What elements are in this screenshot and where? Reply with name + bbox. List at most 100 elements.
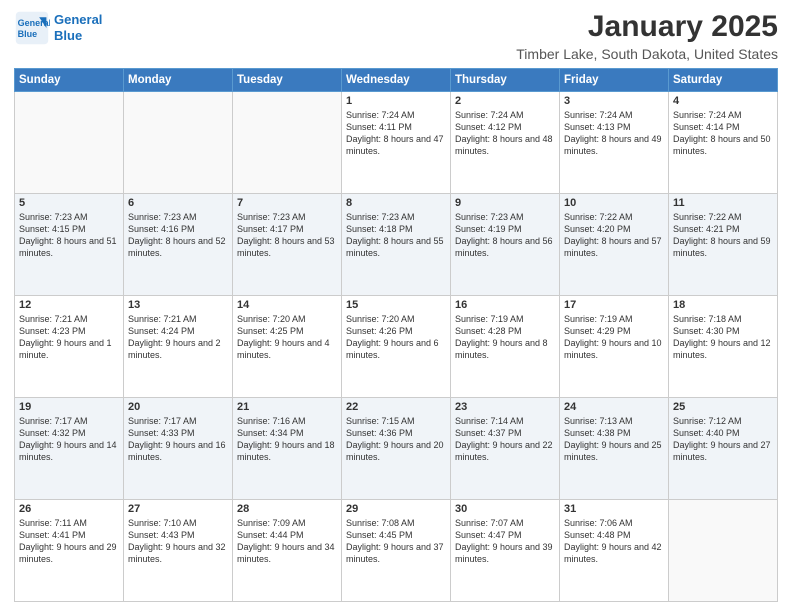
day-info: Sunrise: 7:14 AM Sunset: 4:37 PM Dayligh… bbox=[455, 415, 555, 464]
weekday-header-saturday: Saturday bbox=[669, 69, 778, 92]
day-info: Sunrise: 7:16 AM Sunset: 4:34 PM Dayligh… bbox=[237, 415, 337, 464]
weekday-header-sunday: Sunday bbox=[15, 69, 124, 92]
day-number: 30 bbox=[455, 503, 555, 515]
calendar-cell: 4Sunrise: 7:24 AM Sunset: 4:14 PM Daylig… bbox=[669, 92, 778, 194]
day-number: 2 bbox=[455, 95, 555, 107]
day-number: 19 bbox=[19, 401, 119, 413]
day-info: Sunrise: 7:13 AM Sunset: 4:38 PM Dayligh… bbox=[564, 415, 664, 464]
weekday-header-tuesday: Tuesday bbox=[233, 69, 342, 92]
calendar-cell: 22 Sunrise: 7:15 AM Sunset: 4:36 PM Dayli… bbox=[342, 398, 451, 500]
calendar-cell: 3Sunrise: 7:24 AM Sunset: 4:13 PM Daylig… bbox=[560, 92, 669, 194]
page: General Blue General Blue January 2025 T… bbox=[0, 0, 792, 612]
calendar-cell: 8Sunrise: 7:23 AM Sunset: 4:18 PM Daylig… bbox=[342, 194, 451, 296]
day-info: Sunrise: 7:18 AM Sunset: 4:30 PM Dayligh… bbox=[673, 313, 773, 362]
day-number: 31 bbox=[564, 503, 664, 515]
day-info: Sunrise: 7:11 AM Sunset: 4:41 PM Dayligh… bbox=[19, 517, 119, 566]
logo-text: General Blue bbox=[54, 12, 102, 43]
calendar-cell: 26 Sunrise: 7:11 AM Sunset: 4:41 PM Dayli… bbox=[15, 500, 124, 602]
calendar-cell: 27 Sunrise: 7:10 AM Sunset: 4:43 PM Dayli… bbox=[124, 500, 233, 602]
logo: General Blue General Blue bbox=[14, 10, 102, 46]
day-info: Sunrise: 7:06 AM Sunset: 4:48 PM Dayligh… bbox=[564, 517, 664, 566]
day-info: Sunrise: 7:23 AM Sunset: 4:16 PM Dayligh… bbox=[128, 211, 228, 260]
calendar-cell: 31 Sunrise: 7:06 AM Sunset: 4:48 PM Dayli… bbox=[560, 500, 669, 602]
svg-text:Blue: Blue bbox=[18, 29, 38, 39]
day-info: Sunrise: 7:07 AM Sunset: 4:47 PM Dayligh… bbox=[455, 517, 555, 566]
calendar-week-2: 5Sunrise: 7:23 AM Sunset: 4:15 PM Daylig… bbox=[15, 194, 778, 296]
day-number: 9 bbox=[455, 197, 555, 209]
day-info: Sunrise: 7:08 AM Sunset: 4:45 PM Dayligh… bbox=[346, 517, 446, 566]
weekday-header-wednesday: Wednesday bbox=[342, 69, 451, 92]
day-number: 20 bbox=[128, 401, 228, 413]
day-number: 22 bbox=[346, 401, 446, 413]
day-info: Sunrise: 7:24 AM Sunset: 4:12 PM Dayligh… bbox=[455, 109, 555, 158]
calendar-cell: 16 Sunrise: 7:19 AM Sunset: 4:28 PM Dayli… bbox=[451, 296, 560, 398]
day-info: Sunrise: 7:19 AM Sunset: 4:28 PM Dayligh… bbox=[455, 313, 555, 362]
day-number: 25 bbox=[673, 401, 773, 413]
calendar-cell bbox=[124, 92, 233, 194]
calendar-cell: 29 Sunrise: 7:08 AM Sunset: 4:45 PM Dayli… bbox=[342, 500, 451, 602]
day-info: Sunrise: 7:22 AM Sunset: 4:21 PM Dayligh… bbox=[673, 211, 773, 260]
day-info: Sunrise: 7:22 AM Sunset: 4:20 PM Dayligh… bbox=[564, 211, 664, 260]
calendar-cell: 9Sunrise: 7:23 AM Sunset: 4:19 PM Daylig… bbox=[451, 194, 560, 296]
day-info: Sunrise: 7:21 AM Sunset: 4:23 PM Dayligh… bbox=[19, 313, 119, 362]
day-info: Sunrise: 7:20 AM Sunset: 4:25 PM Dayligh… bbox=[237, 313, 337, 362]
calendar-cell: 15 Sunrise: 7:20 AM Sunset: 4:26 PM Dayli… bbox=[342, 296, 451, 398]
day-info: Sunrise: 7:20 AM Sunset: 4:26 PM Dayligh… bbox=[346, 313, 446, 362]
calendar-cell: 12 Sunrise: 7:21 AM Sunset: 4:23 PM Dayli… bbox=[15, 296, 124, 398]
day-number: 17 bbox=[564, 299, 664, 311]
calendar-week-1: 1Sunrise: 7:24 AM Sunset: 4:11 PM Daylig… bbox=[15, 92, 778, 194]
calendar-cell: 14 Sunrise: 7:20 AM Sunset: 4:25 PM Dayli… bbox=[233, 296, 342, 398]
day-number: 16 bbox=[455, 299, 555, 311]
calendar-cell: 11 Sunrise: 7:22 AM Sunset: 4:21 PM Dayli… bbox=[669, 194, 778, 296]
calendar-cell: 18 Sunrise: 7:18 AM Sunset: 4:30 PM Dayli… bbox=[669, 296, 778, 398]
day-info: Sunrise: 7:17 AM Sunset: 4:32 PM Dayligh… bbox=[19, 415, 119, 464]
day-number: 14 bbox=[237, 299, 337, 311]
day-number: 6 bbox=[128, 197, 228, 209]
day-number: 12 bbox=[19, 299, 119, 311]
calendar-cell: 20Sunrise: 7:17 AM Sunset: 4:33 PM Dayli… bbox=[124, 398, 233, 500]
calendar-table: SundayMondayTuesdayWednesdayThursdayFrid… bbox=[14, 68, 778, 602]
calendar-cell: 17 Sunrise: 7:19 AM Sunset: 4:29 PM Dayli… bbox=[560, 296, 669, 398]
calendar-cell bbox=[669, 500, 778, 602]
day-number: 27 bbox=[128, 503, 228, 515]
calendar-cell: 1Sunrise: 7:24 AM Sunset: 4:11 PM Daylig… bbox=[342, 92, 451, 194]
calendar-cell bbox=[233, 92, 342, 194]
day-number: 10 bbox=[564, 197, 664, 209]
day-info: Sunrise: 7:24 AM Sunset: 4:11 PM Dayligh… bbox=[346, 109, 446, 158]
day-info: Sunrise: 7:23 AM Sunset: 4:15 PM Dayligh… bbox=[19, 211, 119, 260]
day-number: 26 bbox=[19, 503, 119, 515]
day-number: 13 bbox=[128, 299, 228, 311]
logo-line1: General bbox=[54, 12, 102, 27]
month-title: January 2025 bbox=[516, 10, 778, 44]
calendar-cell: 13Sunrise: 7:21 AM Sunset: 4:24 PM Dayli… bbox=[124, 296, 233, 398]
day-number: 15 bbox=[346, 299, 446, 311]
day-number: 7 bbox=[237, 197, 337, 209]
weekday-header-thursday: Thursday bbox=[451, 69, 560, 92]
weekday-header-friday: Friday bbox=[560, 69, 669, 92]
day-info: Sunrise: 7:19 AM Sunset: 4:29 PM Dayligh… bbox=[564, 313, 664, 362]
day-number: 11 bbox=[673, 197, 773, 209]
calendar-cell: 28Sunrise: 7:09 AM Sunset: 4:44 PM Dayli… bbox=[233, 500, 342, 602]
location-title: Timber Lake, South Dakota, United States bbox=[516, 46, 778, 62]
day-number: 23 bbox=[455, 401, 555, 413]
day-info: Sunrise: 7:12 AM Sunset: 4:40 PM Dayligh… bbox=[673, 415, 773, 464]
calendar-cell: 6 Sunrise: 7:23 AM Sunset: 4:16 PM Daylig… bbox=[124, 194, 233, 296]
calendar-week-3: 12 Sunrise: 7:21 AM Sunset: 4:23 PM Dayli… bbox=[15, 296, 778, 398]
day-info: Sunrise: 7:15 AM Sunset: 4:36 PM Dayligh… bbox=[346, 415, 446, 464]
logo-line2: Blue bbox=[54, 28, 82, 43]
calendar-cell: 30 Sunrise: 7:07 AM Sunset: 4:47 PM Dayli… bbox=[451, 500, 560, 602]
title-block: January 2025 Timber Lake, South Dakota, … bbox=[516, 10, 778, 62]
header: General Blue General Blue January 2025 T… bbox=[14, 10, 778, 62]
day-info: Sunrise: 7:24 AM Sunset: 4:14 PM Dayligh… bbox=[673, 109, 773, 158]
logo-icon: General Blue bbox=[14, 10, 50, 46]
day-number: 29 bbox=[346, 503, 446, 515]
day-info: Sunrise: 7:10 AM Sunset: 4:43 PM Dayligh… bbox=[128, 517, 228, 566]
day-info: Sunrise: 7:23 AM Sunset: 4:18 PM Dayligh… bbox=[346, 211, 446, 260]
day-info: Sunrise: 7:23 AM Sunset: 4:17 PM Dayligh… bbox=[237, 211, 337, 260]
weekday-header-monday: Monday bbox=[124, 69, 233, 92]
day-number: 18 bbox=[673, 299, 773, 311]
calendar-week-4: 19 Sunrise: 7:17 AM Sunset: 4:32 PM Dayli… bbox=[15, 398, 778, 500]
calendar-cell: 21Sunrise: 7:16 AM Sunset: 4:34 PM Dayli… bbox=[233, 398, 342, 500]
calendar-cell: 10 Sunrise: 7:22 AM Sunset: 4:20 PM Dayli… bbox=[560, 194, 669, 296]
calendar-cell: 5Sunrise: 7:23 AM Sunset: 4:15 PM Daylig… bbox=[15, 194, 124, 296]
